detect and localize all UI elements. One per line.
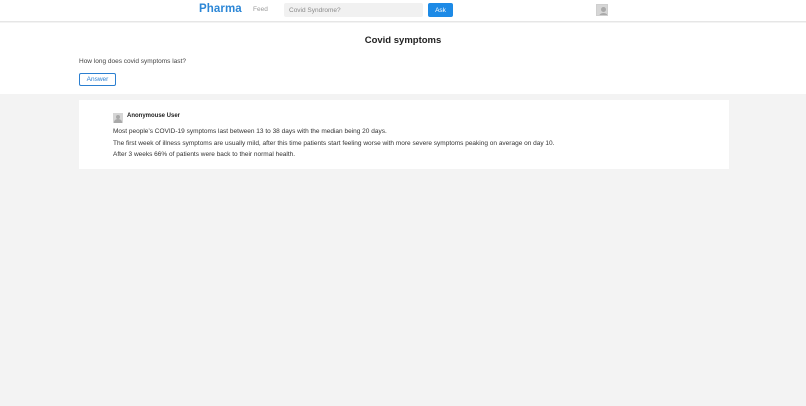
answer-card: Anonymouse User Most people’s COVID-19 s… [79,100,729,169]
nav-feed-link[interactable]: Feed [253,6,268,13]
answer-button[interactable]: Answer [79,73,116,86]
user-avatar-icon[interactable] [596,4,608,16]
question-section: Covid symptoms How long does covid sympt… [0,23,806,94]
author-avatar-icon [113,113,123,123]
top-navigation-bar: Pharma Feed Ask [0,0,806,22]
answer-text-line: The first week of illness symptoms are u… [113,140,555,147]
search-input[interactable] [284,3,423,17]
ask-button[interactable]: Ask [428,3,453,17]
answer-text-line: After 3 weeks 66% of patients were back … [113,151,296,158]
question-text: How long does covid symptoms last? [79,58,186,65]
question-title: Covid symptoms [364,35,442,46]
author-name: Anonymouse User [127,113,181,119]
answer-text-line: Most people’s COVID-19 symptoms last bet… [113,128,387,135]
brand-logo[interactable]: Pharma [199,3,242,15]
